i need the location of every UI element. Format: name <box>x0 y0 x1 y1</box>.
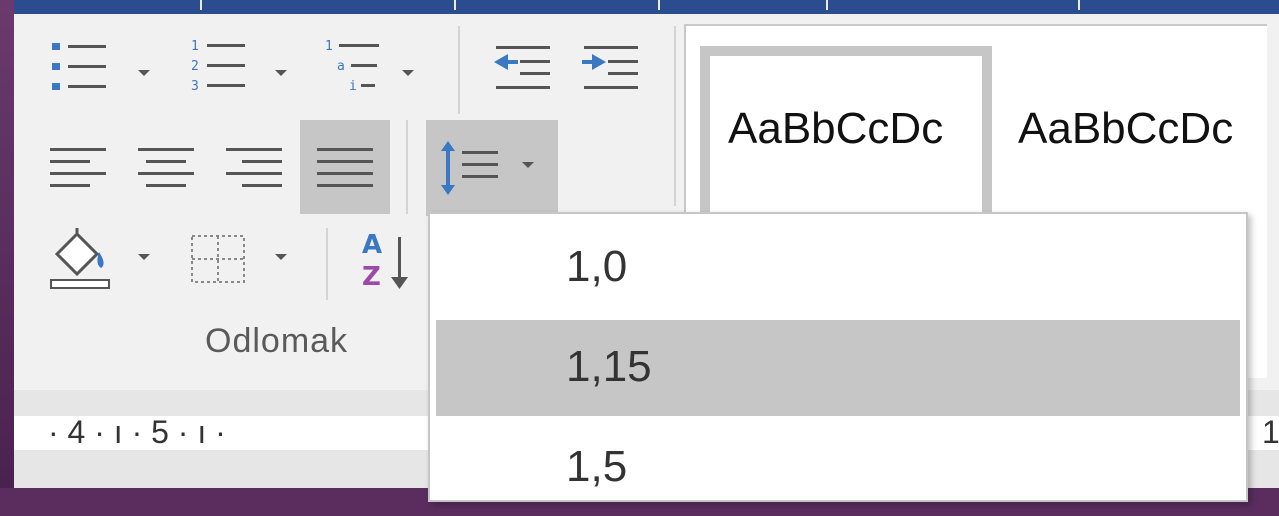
shading-dropdown-icon[interactable] <box>138 254 150 260</box>
borders-icon <box>191 235 245 283</box>
multilevel-list-dropdown-icon[interactable] <box>402 70 414 76</box>
svg-text:1: 1 <box>325 39 333 54</box>
line-spacing-icon <box>441 141 498 195</box>
numbering-icon: 1 2 3 <box>191 39 245 94</box>
ruler-marks: · 4 · ı · 5 · ı · <box>48 414 226 450</box>
svg-text:a: a <box>337 59 345 74</box>
ruler-right-mark: 1 <box>1262 414 1279 450</box>
multilevel-list-icon: 1 a i <box>325 39 379 94</box>
decrease-indent-button[interactable] <box>484 36 560 102</box>
bullets-button[interactable] <box>40 32 120 102</box>
bullets-dropdown-icon[interactable] <box>138 70 150 76</box>
shading-icon <box>50 228 110 289</box>
line-spacing-button[interactable] <box>426 120 558 216</box>
menu-item-label: 1,0 <box>566 242 628 291</box>
menu-item-label: 1,5 <box>566 442 628 491</box>
bullets-icon <box>52 43 106 90</box>
center-button[interactable] <box>126 120 206 214</box>
svg-text:2: 2 <box>191 59 199 74</box>
center-icon <box>138 148 194 187</box>
desktop-edge <box>0 0 14 488</box>
increase-indent-icon <box>582 46 638 89</box>
line-spacing-option-1-15[interactable]: 1,15 <box>436 320 1240 416</box>
increase-indent-button[interactable] <box>572 36 648 102</box>
style-sample-no-spacing[interactable]: AaBbCcDc <box>1018 104 1256 154</box>
svg-text:Z: Z <box>362 262 381 291</box>
paragraph-group-label: Odlomak <box>205 322 349 360</box>
align-right-button[interactable] <box>214 120 294 214</box>
line-spacing-option-1-5[interactable]: 1,5 <box>436 420 1240 516</box>
borders-button[interactable] <box>180 222 256 296</box>
line-spacing-option-1-0[interactable]: 1,0 <box>436 220 1240 316</box>
borders-dropdown-icon[interactable] <box>275 254 287 260</box>
svg-text:i: i <box>349 79 357 94</box>
menu-item-label: 1,15 <box>566 342 652 391</box>
svg-text:1: 1 <box>191 39 199 54</box>
svg-text:3: 3 <box>191 79 199 94</box>
sort-button[interactable]: A Z <box>352 222 422 296</box>
ribbon-tab-strip <box>14 0 1279 14</box>
align-left-icon <box>50 148 106 187</box>
multilevel-list-button[interactable]: 1 a i <box>314 32 394 102</box>
justify-button[interactable] <box>300 120 390 214</box>
sort-icon: A Z <box>362 230 408 291</box>
justify-icon <box>317 148 373 187</box>
numbering-dropdown-icon[interactable] <box>275 70 287 76</box>
style-sample-normal: AaBbCcDc <box>728 104 944 153</box>
align-left-button[interactable] <box>38 120 118 214</box>
svg-text:A: A <box>362 230 382 260</box>
decrease-indent-icon <box>494 46 550 89</box>
line-spacing-menu: 1,0 1,15 1,5 <box>428 212 1248 502</box>
line-spacing-dropdown-icon <box>522 162 534 168</box>
numbering-button[interactable]: 1 2 3 <box>180 32 260 102</box>
shading-button[interactable] <box>40 222 120 296</box>
align-right-icon <box>226 148 282 187</box>
